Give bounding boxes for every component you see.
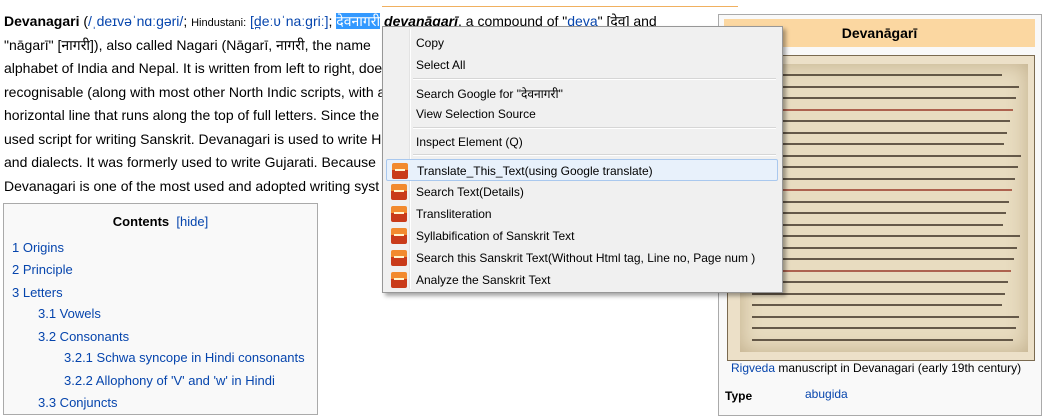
- menu-item-analyze[interactable]: Analyze the Sanskrit Text: [386, 269, 778, 291]
- menu-item-inspect-element[interactable]: Inspect Element (Q): [386, 131, 778, 153]
- menu-item-view-selection-source[interactable]: View Selection Source: [386, 103, 778, 125]
- manuscript-line: [752, 177, 1015, 180]
- toc-item[interactable]: 3.2.2 Allophony of 'V' and 'w' in Hindi: [64, 373, 275, 388]
- caption-text: manuscript in Devanagari (early 19th cen…: [775, 361, 1022, 375]
- manuscript-line: [752, 338, 1013, 341]
- hindustani-ipa-link[interactable]: [d̪eːʋˈnaːɡriː]: [250, 13, 328, 29]
- manuscript-line: [752, 108, 1013, 111]
- paren: (: [79, 13, 89, 29]
- menu-separator: [413, 127, 776, 129]
- manuscript-line: [752, 327, 1016, 329]
- top-border: [382, 0, 738, 7]
- manuscript-line: [752, 166, 1018, 168]
- menu-item-search-google[interactable]: Search Google for "देवनागरी": [386, 81, 778, 103]
- manuscript-line: [752, 74, 1002, 76]
- manuscript-line: [752, 85, 1019, 88]
- menu-item-label: Search Google for "देवनागरी": [416, 87, 563, 101]
- toc-item[interactable]: 3 Letters: [12, 285, 63, 300]
- infobox-caption: Rigveda manuscript in Devanagari (early …: [731, 361, 1021, 375]
- rigveda-link[interactable]: Rigveda: [731, 361, 775, 375]
- manuscript-line: [752, 223, 1003, 226]
- manuscript-line: [752, 269, 1011, 272]
- manuscript-line: [752, 258, 1014, 260]
- menu-item-label: Search this Sanskrit Text(Without Html t…: [416, 251, 756, 265]
- selected-text[interactable]: देवनागरी: [336, 13, 381, 29]
- menu-item-label: Search Text(Details): [416, 185, 524, 199]
- separator: ;: [183, 13, 192, 29]
- manuscript-line: [752, 131, 1007, 134]
- toc-hide-link[interactable]: [hide]: [176, 214, 208, 229]
- manuscript-line: [752, 212, 1006, 214]
- menu-separator: [413, 154, 776, 156]
- menu-item-label: Translate_This_Text(using Google transla…: [417, 164, 653, 178]
- manuscript-line: [752, 246, 1017, 249]
- menu-item-label: Syllabification of Sanskrit Text: [416, 229, 575, 243]
- menu-item-select-all[interactable]: Select All: [386, 54, 778, 76]
- sanskrit-extension-icon: [391, 206, 407, 222]
- article-title: Devanagari: [4, 13, 80, 29]
- sanskrit-extension-icon: [391, 250, 407, 266]
- manuscript-line: [752, 120, 1010, 122]
- manuscript-line: [752, 143, 1004, 145]
- manuscript-line: [752, 315, 1019, 318]
- ipa-link[interactable]: /ˌdeɪvəˈnɑːɡəri/: [88, 13, 183, 29]
- manuscript-line: [752, 189, 1012, 191]
- toc-item[interactable]: 2 Principle: [12, 262, 73, 277]
- menu-item-label: Transliteration: [416, 207, 492, 221]
- manuscript-line: [752, 200, 1009, 203]
- manuscript-line: [752, 97, 1016, 99]
- menu-item-transliteration[interactable]: Transliteration: [386, 203, 778, 225]
- type-label: Type: [725, 389, 753, 403]
- menu-item-label: Copy: [416, 36, 445, 50]
- menu-item-label: Inspect Element (Q): [416, 135, 523, 149]
- toc-title: Contents [hide]: [4, 214, 317, 229]
- manuscript-line: [752, 304, 1002, 306]
- toc-title-text: Contents: [112, 214, 170, 229]
- table-of-contents: Contents [hide] 1 Origins 2 Principle 3 …: [3, 203, 318, 415]
- sanskrit-extension-icon: [392, 163, 408, 179]
- sanskrit-extension-icon: [391, 228, 407, 244]
- menu-item-translate[interactable]: Translate_This_Text(using Google transla…: [386, 159, 778, 181]
- manuscript-line: [752, 292, 1005, 295]
- manuscript-page: [740, 64, 1028, 352]
- toc-item[interactable]: 3.2.1 Schwa syncope in Hindi consonants: [64, 350, 305, 365]
- sanskrit-extension-icon: [391, 272, 407, 288]
- type-value-link[interactable]: abugida: [805, 387, 848, 401]
- menu-item-syllabification[interactable]: Syllabification of Sanskrit Text: [386, 225, 778, 247]
- menu-item-search-text[interactable]: Search Text(Details): [386, 181, 778, 203]
- menu-separator: [413, 78, 776, 80]
- toc-item[interactable]: 3.3 Conjuncts: [38, 395, 118, 410]
- sanskrit-extension-icon: [391, 184, 407, 200]
- toc-item[interactable]: 1 Origins: [12, 240, 64, 255]
- menu-item-label: View Selection Source: [416, 107, 536, 121]
- menu-item-copy[interactable]: Copy: [386, 32, 778, 54]
- menu-item-label: Analyze the Sanskrit Text: [416, 273, 551, 287]
- manuscript-line: [752, 154, 1021, 157]
- menu-item-search-sanskrit[interactable]: Search this Sanskrit Text(Without Html t…: [386, 247, 778, 269]
- toc-item[interactable]: 3.1 Vowels: [38, 306, 101, 321]
- hindustani-label: Hindustani:: [191, 17, 247, 29]
- menu-item-label: Select All: [416, 58, 466, 72]
- toc-item[interactable]: 3.2 Consonants: [38, 329, 129, 344]
- context-menu: Copy Select All Search Google for "देवना…: [382, 26, 783, 293]
- manuscript-line: [752, 281, 1008, 283]
- manuscript-line: [752, 235, 1020, 237]
